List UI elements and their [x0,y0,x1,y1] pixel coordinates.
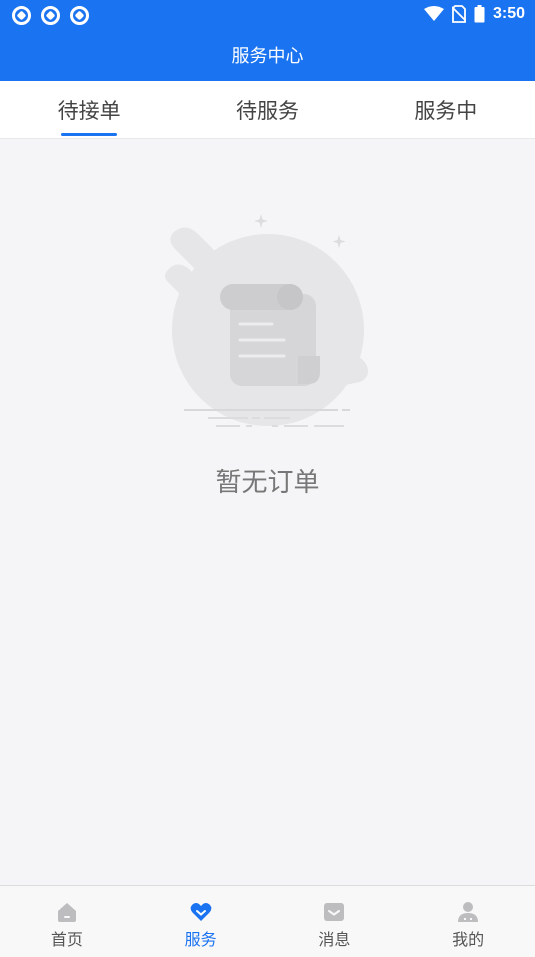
tab-label: 服务中 [414,98,478,123]
wifi-icon [423,6,444,21]
tab-pending-accept[interactable]: 待接单 [0,81,178,138]
status-bar: 3:50 [0,0,535,30]
empty-message: 暂无订单 [215,468,320,498]
order-tabs: 待接单 待服务 服务中 [0,81,535,139]
user-icon [458,902,479,922]
tab-in-service[interactable]: 服务中 [357,81,535,138]
no-sim-icon [451,5,466,23]
header-bar: 3:50 服务中心 [0,0,535,81]
nav-item-profile[interactable]: 我的 [401,886,535,957]
heart-icon [190,902,212,921]
empty-document-icon [165,214,368,427]
nav-item-messages[interactable]: 消息 [268,886,402,957]
nav-label: 服务 [184,930,217,949]
message-icon [324,903,345,921]
status-time: 3:50 [492,5,525,22]
app-icon [41,6,60,25]
nav-item-home[interactable]: 首页 [0,886,134,957]
tab-pending-service[interactable]: 待服务 [178,81,356,138]
home-icon [57,903,76,922]
app-icon [12,6,31,25]
nav-label: 我的 [452,930,485,949]
tab-label: 待服务 [235,98,299,123]
status-notification-icons [12,6,89,25]
tab-label: 待接单 [57,98,121,123]
app-icon [70,6,89,25]
app-screen: 3:50 服务中心 待接单 待服务 服务中 暂无订单 首页 服务 消息 我的 [0,0,535,957]
nav-item-service[interactable]: 服务 [134,886,268,957]
status-system-icons: 3:50 [423,5,525,23]
battery-icon [474,5,485,23]
bottom-navigation: 首页 服务 消息 我的 [0,885,535,957]
nav-label: 消息 [318,930,351,949]
page-title: 服务中心 [231,46,304,67]
nav-label: 首页 [50,930,83,949]
